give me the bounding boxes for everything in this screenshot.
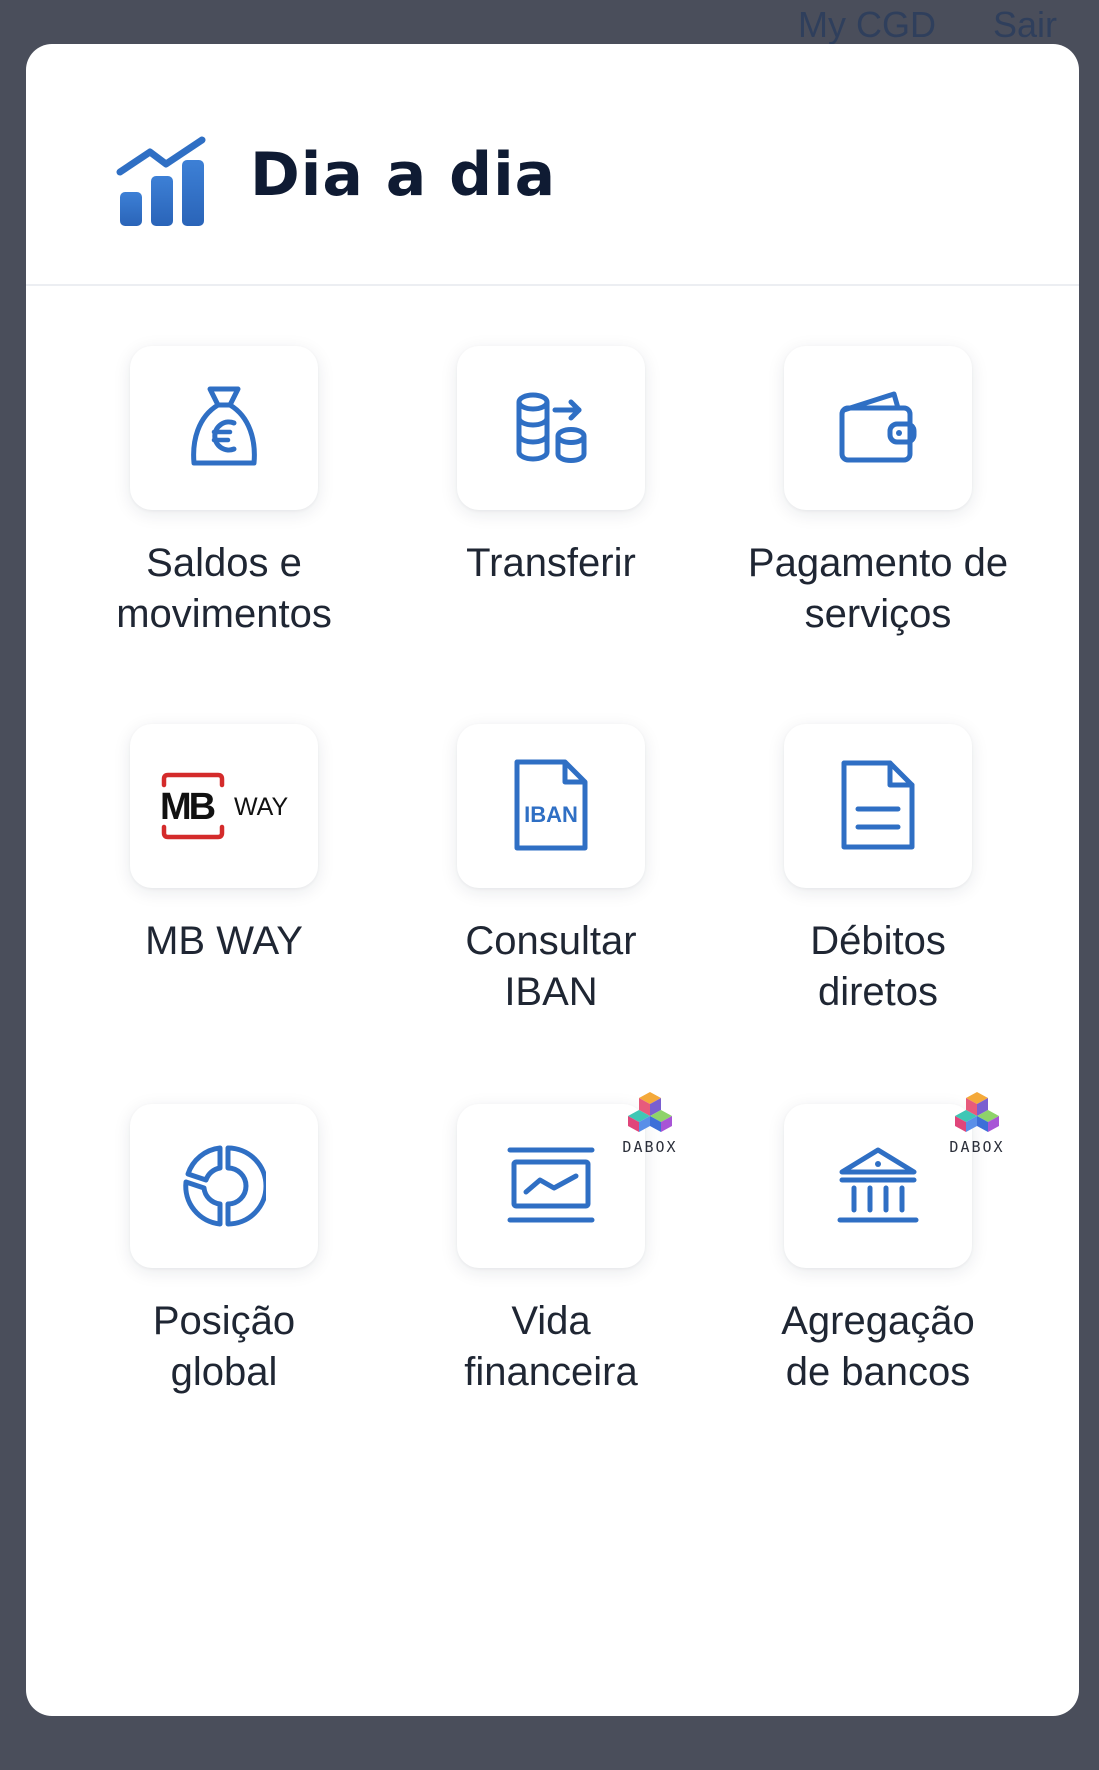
my-cgd-link[interactable]: My CGD xyxy=(798,4,936,46)
tile-icon-box xyxy=(457,346,645,510)
tile-mb-way[interactable]: MB WAY MB WAY xyxy=(48,724,378,1064)
tile-label: Saldos e movimentos xyxy=(116,541,332,636)
tile-icon-box: MB WAY xyxy=(130,724,318,888)
tile-transferir[interactable]: Transferir xyxy=(375,346,705,686)
modal-header: Dia a dia xyxy=(26,44,1079,286)
iban-text: IBAN xyxy=(524,802,578,827)
mbway-way-text: WAY xyxy=(234,793,288,821)
tile-label: Agregação de bancos xyxy=(781,1299,975,1394)
tile-debitos-diretos[interactable]: Débitos diretos xyxy=(702,724,1032,1064)
tile-icon-box xyxy=(784,724,972,888)
iban-document-icon: IBAN xyxy=(514,759,588,851)
tile-label: Transferir xyxy=(466,541,636,585)
dabox-cubes-icon xyxy=(628,1092,672,1132)
tile-consultar-iban[interactable]: IBAN Consultar IBAN xyxy=(375,724,705,1064)
mbway-logo: MB WAY xyxy=(160,772,288,840)
dabox-badge: DABOX xyxy=(942,1088,1012,1164)
bar-chart-trend-icon xyxy=(116,136,206,226)
tile-icon-box xyxy=(130,1104,318,1268)
tile-label: Vida financeira xyxy=(464,1299,638,1394)
dabox-cubes-icon xyxy=(955,1092,999,1132)
tile-posicao-global[interactable]: Posição global xyxy=(48,1104,378,1444)
wallet-icon xyxy=(839,391,917,463)
tile-saldos-movimentos[interactable]: Saldos e movimentos xyxy=(48,346,378,686)
logout-link[interactable]: Sair xyxy=(993,4,1057,46)
tile-label: Pagamento de serviços xyxy=(747,541,1009,636)
tile-icon-box: IBAN xyxy=(457,724,645,888)
tile-icon-box xyxy=(784,346,972,510)
bank-icon xyxy=(837,1147,919,1223)
tile-label: Posição global xyxy=(152,1299,296,1394)
dabox-text: DABOX xyxy=(949,1138,1005,1156)
mbway-mb-text: MB xyxy=(160,786,215,828)
modal-title: Dia a dia xyxy=(250,140,557,210)
tile-label: Consultar IBAN xyxy=(465,919,637,1014)
money-bag-euro-icon xyxy=(191,386,257,466)
tile-agregacao-bancos[interactable]: DABOX Agregação de bancos xyxy=(702,1092,1032,1444)
monitor-chart-icon xyxy=(507,1147,595,1223)
dabox-text: DABOX xyxy=(622,1138,678,1156)
coins-transfer-icon xyxy=(516,392,587,463)
tile-pagamento-servicos[interactable]: Pagamento de serviços xyxy=(702,346,1032,686)
tile-vida-financeira[interactable]: DABOX Vida financeira xyxy=(375,1092,705,1444)
donut-chart-icon xyxy=(183,1145,266,1227)
tile-label: MB WAY xyxy=(145,919,303,963)
dia-a-dia-modal: Dia a dia Saldos e movimentos Transferir… xyxy=(26,44,1079,1716)
tile-label: Débitos diretos xyxy=(810,919,946,1014)
tile-icon-box xyxy=(130,346,318,510)
document-icon xyxy=(841,760,915,850)
dabox-badge: DABOX xyxy=(615,1088,685,1164)
